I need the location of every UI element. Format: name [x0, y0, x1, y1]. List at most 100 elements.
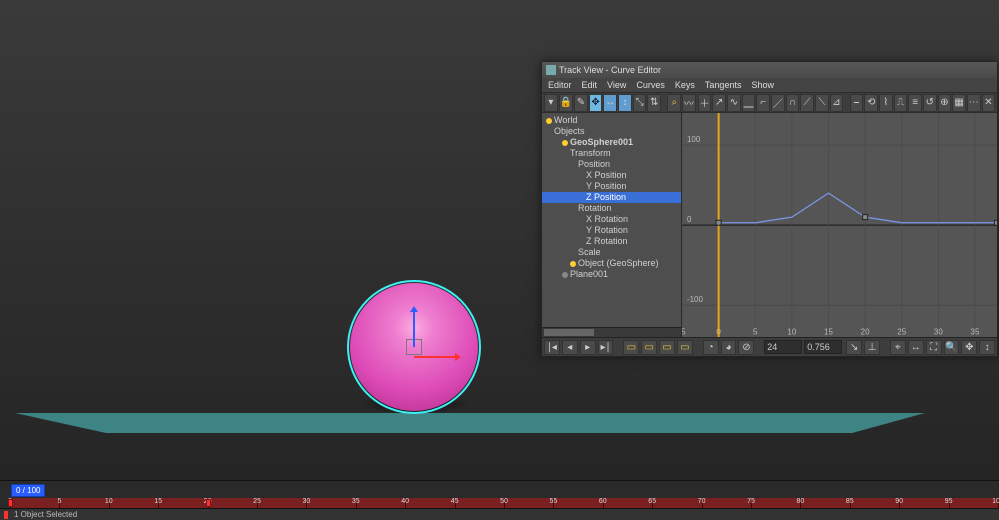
menu-editor[interactable]: Editor [548, 80, 572, 90]
timeline-key[interactable] [206, 499, 211, 507]
zoom-ext-icon[interactable]: ⛶ [926, 340, 942, 355]
nav-prev-icon[interactable]: ◂ [562, 340, 578, 355]
tangent-fast-icon[interactable]: ⟋ [800, 94, 814, 112]
rc-icon-6[interactable]: ↺ [923, 94, 937, 112]
tree-row[interactable]: Z Position [542, 192, 681, 203]
rc-icon-10[interactable]: ✕ [982, 94, 996, 112]
svg-text:-5: -5 [682, 327, 686, 336]
ground-plane[interactable] [15, 383, 925, 433]
rc-icon-9[interactable]: ⋯ [967, 94, 981, 112]
rc-icon-2[interactable]: ⟲ [864, 94, 878, 112]
tree-row[interactable]: Y Position [542, 181, 681, 192]
tangent-flat-icon[interactable]: ⎽ [742, 94, 756, 112]
move-horiz-icon[interactable]: ↔ [603, 94, 617, 112]
stats-icon-3[interactable]: ⊘ [738, 340, 754, 355]
stats-icon-2[interactable]: ◕ [721, 340, 737, 355]
tangent-step-icon[interactable]: ⌐ [756, 94, 770, 112]
tangent-smooth-icon[interactable]: ∩ [786, 94, 800, 112]
lock-icon[interactable]: 🔒 [559, 94, 573, 112]
gizmo-axis-z[interactable] [413, 311, 415, 347]
curve-editor-title: Track View - Curve Editor [559, 65, 661, 75]
gizmo-axis-x[interactable] [414, 356, 456, 358]
nav-first-icon[interactable]: ∣◂ [544, 340, 560, 355]
zoom-ext-h-icon[interactable]: ↔ [908, 340, 924, 355]
menu-tangents[interactable]: Tangents [705, 80, 742, 90]
tree-scrollbar[interactable] [542, 327, 681, 337]
tree-row[interactable]: Position [542, 159, 681, 170]
menu-edit[interactable]: Edit [582, 80, 598, 90]
tree-row[interactable]: Object (GeoSphere) [542, 258, 681, 269]
timeline-key[interactable] [8, 499, 13, 507]
tree-row[interactable]: Plane001 [542, 269, 681, 280]
curve-editor-icon [546, 65, 556, 75]
svg-text:0: 0 [687, 215, 692, 224]
move-vert-icon[interactable]: ↕ [618, 94, 632, 112]
curve-editor-menubar[interactable]: Editor Edit View Curves Keys Tangents Show [542, 78, 997, 92]
tangent-slow-icon[interactable]: ⟍ [815, 94, 829, 112]
svg-text:20: 20 [861, 327, 870, 336]
tree-row[interactable]: Scale [542, 247, 681, 258]
status-bar: 1 Object Selected [0, 508, 999, 520]
tree-row[interactable]: Y Rotation [542, 225, 681, 236]
tree-row[interactable]: World [542, 115, 681, 126]
time-slider-area[interactable]: 0 / 100 05101520253035404550556065707580… [0, 480, 999, 520]
zoom-region-icon[interactable]: ⌖ [890, 340, 906, 355]
snap-icon[interactable]: ⌕ [667, 94, 681, 112]
menu-show[interactable]: Show [751, 80, 774, 90]
svg-text:25: 25 [897, 327, 906, 336]
region-icon-2[interactable]: ▭ [641, 340, 657, 355]
rc-icon-7[interactable]: ⊕ [938, 94, 952, 112]
rc-icon-3[interactable]: ⌇ [879, 94, 893, 112]
tangent-auto-icon[interactable]: ∿ [727, 94, 741, 112]
svg-text:100: 100 [687, 135, 701, 144]
tangent-linear-icon[interactable]: ／ [771, 94, 785, 112]
tree-row[interactable]: Transform [542, 148, 681, 159]
tree-row[interactable]: Rotation [542, 203, 681, 214]
move-keys-icon[interactable]: ✥ [589, 94, 603, 112]
add-key-icon[interactable]: ＋ [698, 94, 712, 112]
geosphere-object[interactable] [350, 283, 478, 411]
region-icon-1[interactable]: ▭ [623, 340, 639, 355]
curve-editor-toolbar-top[interactable]: ▾ 🔒 ✎ ✥ ↔ ↕ ⤡ ⇅ ⌕ 〰 ＋ ↗ ∿ ⎽ ⌐ ／ ∩ ⟋ ⟍ ⊿ … [542, 92, 997, 113]
key-value-input[interactable] [804, 340, 842, 354]
zoom-time-icon[interactable]: ↕ [979, 340, 995, 355]
tangent-custom-icon[interactable]: ⊿ [830, 94, 844, 112]
stats-icon[interactable]: ◔ [703, 340, 719, 355]
curve-graph[interactable]: -1000100-505101520253035 [682, 113, 997, 337]
menu-view[interactable]: View [607, 80, 626, 90]
nav-next-icon[interactable]: ▸ [580, 340, 596, 355]
rc-icon-5[interactable]: ≡ [908, 94, 922, 112]
key-frame-input[interactable] [764, 340, 802, 354]
pan-icon[interactable]: ✥ [961, 340, 977, 355]
draw-curve-icon[interactable]: 〰 [682, 94, 696, 112]
tree-row[interactable]: X Rotation [542, 214, 681, 225]
rc-icon-4[interactable]: ⎍ [894, 94, 908, 112]
rc-icon-8[interactable]: ▦ [952, 94, 966, 112]
svg-text:10: 10 [787, 327, 796, 336]
menu-curves[interactable]: Curves [636, 80, 665, 90]
curve-editor-toolbar-bottom[interactable]: ∣◂ ◂ ▸ ▸∣ ▭ ▭ ▭ ▭ ◔ ◕ ⊘ ↘ ⊥ ⌖ ↔ ⛶ 🔍 ✥ ↕ [542, 337, 997, 356]
frame-indicator[interactable]: 0 / 100 [11, 484, 45, 497]
tree-row[interactable]: Z Rotation [542, 236, 681, 247]
nav-last-icon[interactable]: ▸∣ [598, 340, 614, 355]
tree-row[interactable]: X Position [542, 170, 681, 181]
menu-keys[interactable]: Keys [675, 80, 695, 90]
zoom-icon[interactable]: 🔍 [944, 340, 960, 355]
controller-tree[interactable]: WorldObjectsGeoSphere001TransformPositio… [542, 113, 682, 337]
tool-icon[interactable]: ✎ [574, 94, 588, 112]
scale-values-icon[interactable]: ⇅ [647, 94, 661, 112]
tool2-icon[interactable]: ↗ [712, 94, 726, 112]
show-tang-icon[interactable]: ↘ [846, 340, 862, 355]
curve-editor-titlebar[interactable]: Track View - Curve Editor [542, 62, 997, 78]
tree-row[interactable]: GeoSphere001 [542, 137, 681, 148]
region-icon-4[interactable]: ▭ [677, 340, 693, 355]
region-icon-3[interactable]: ▭ [659, 340, 675, 355]
svg-text:30: 30 [934, 327, 943, 336]
scale-keys-icon[interactable]: ⤡ [633, 94, 647, 112]
filter-icon[interactable]: ▾ [544, 94, 558, 112]
rc-icon-1[interactable]: ⎯ [850, 94, 864, 112]
curve-editor-window[interactable]: Track View - Curve Editor Editor Edit View… [541, 61, 998, 357]
tree-row[interactable]: Objects [542, 126, 681, 137]
svg-text:35: 35 [971, 327, 980, 336]
lock-tang-icon[interactable]: ⊥ [864, 340, 880, 355]
